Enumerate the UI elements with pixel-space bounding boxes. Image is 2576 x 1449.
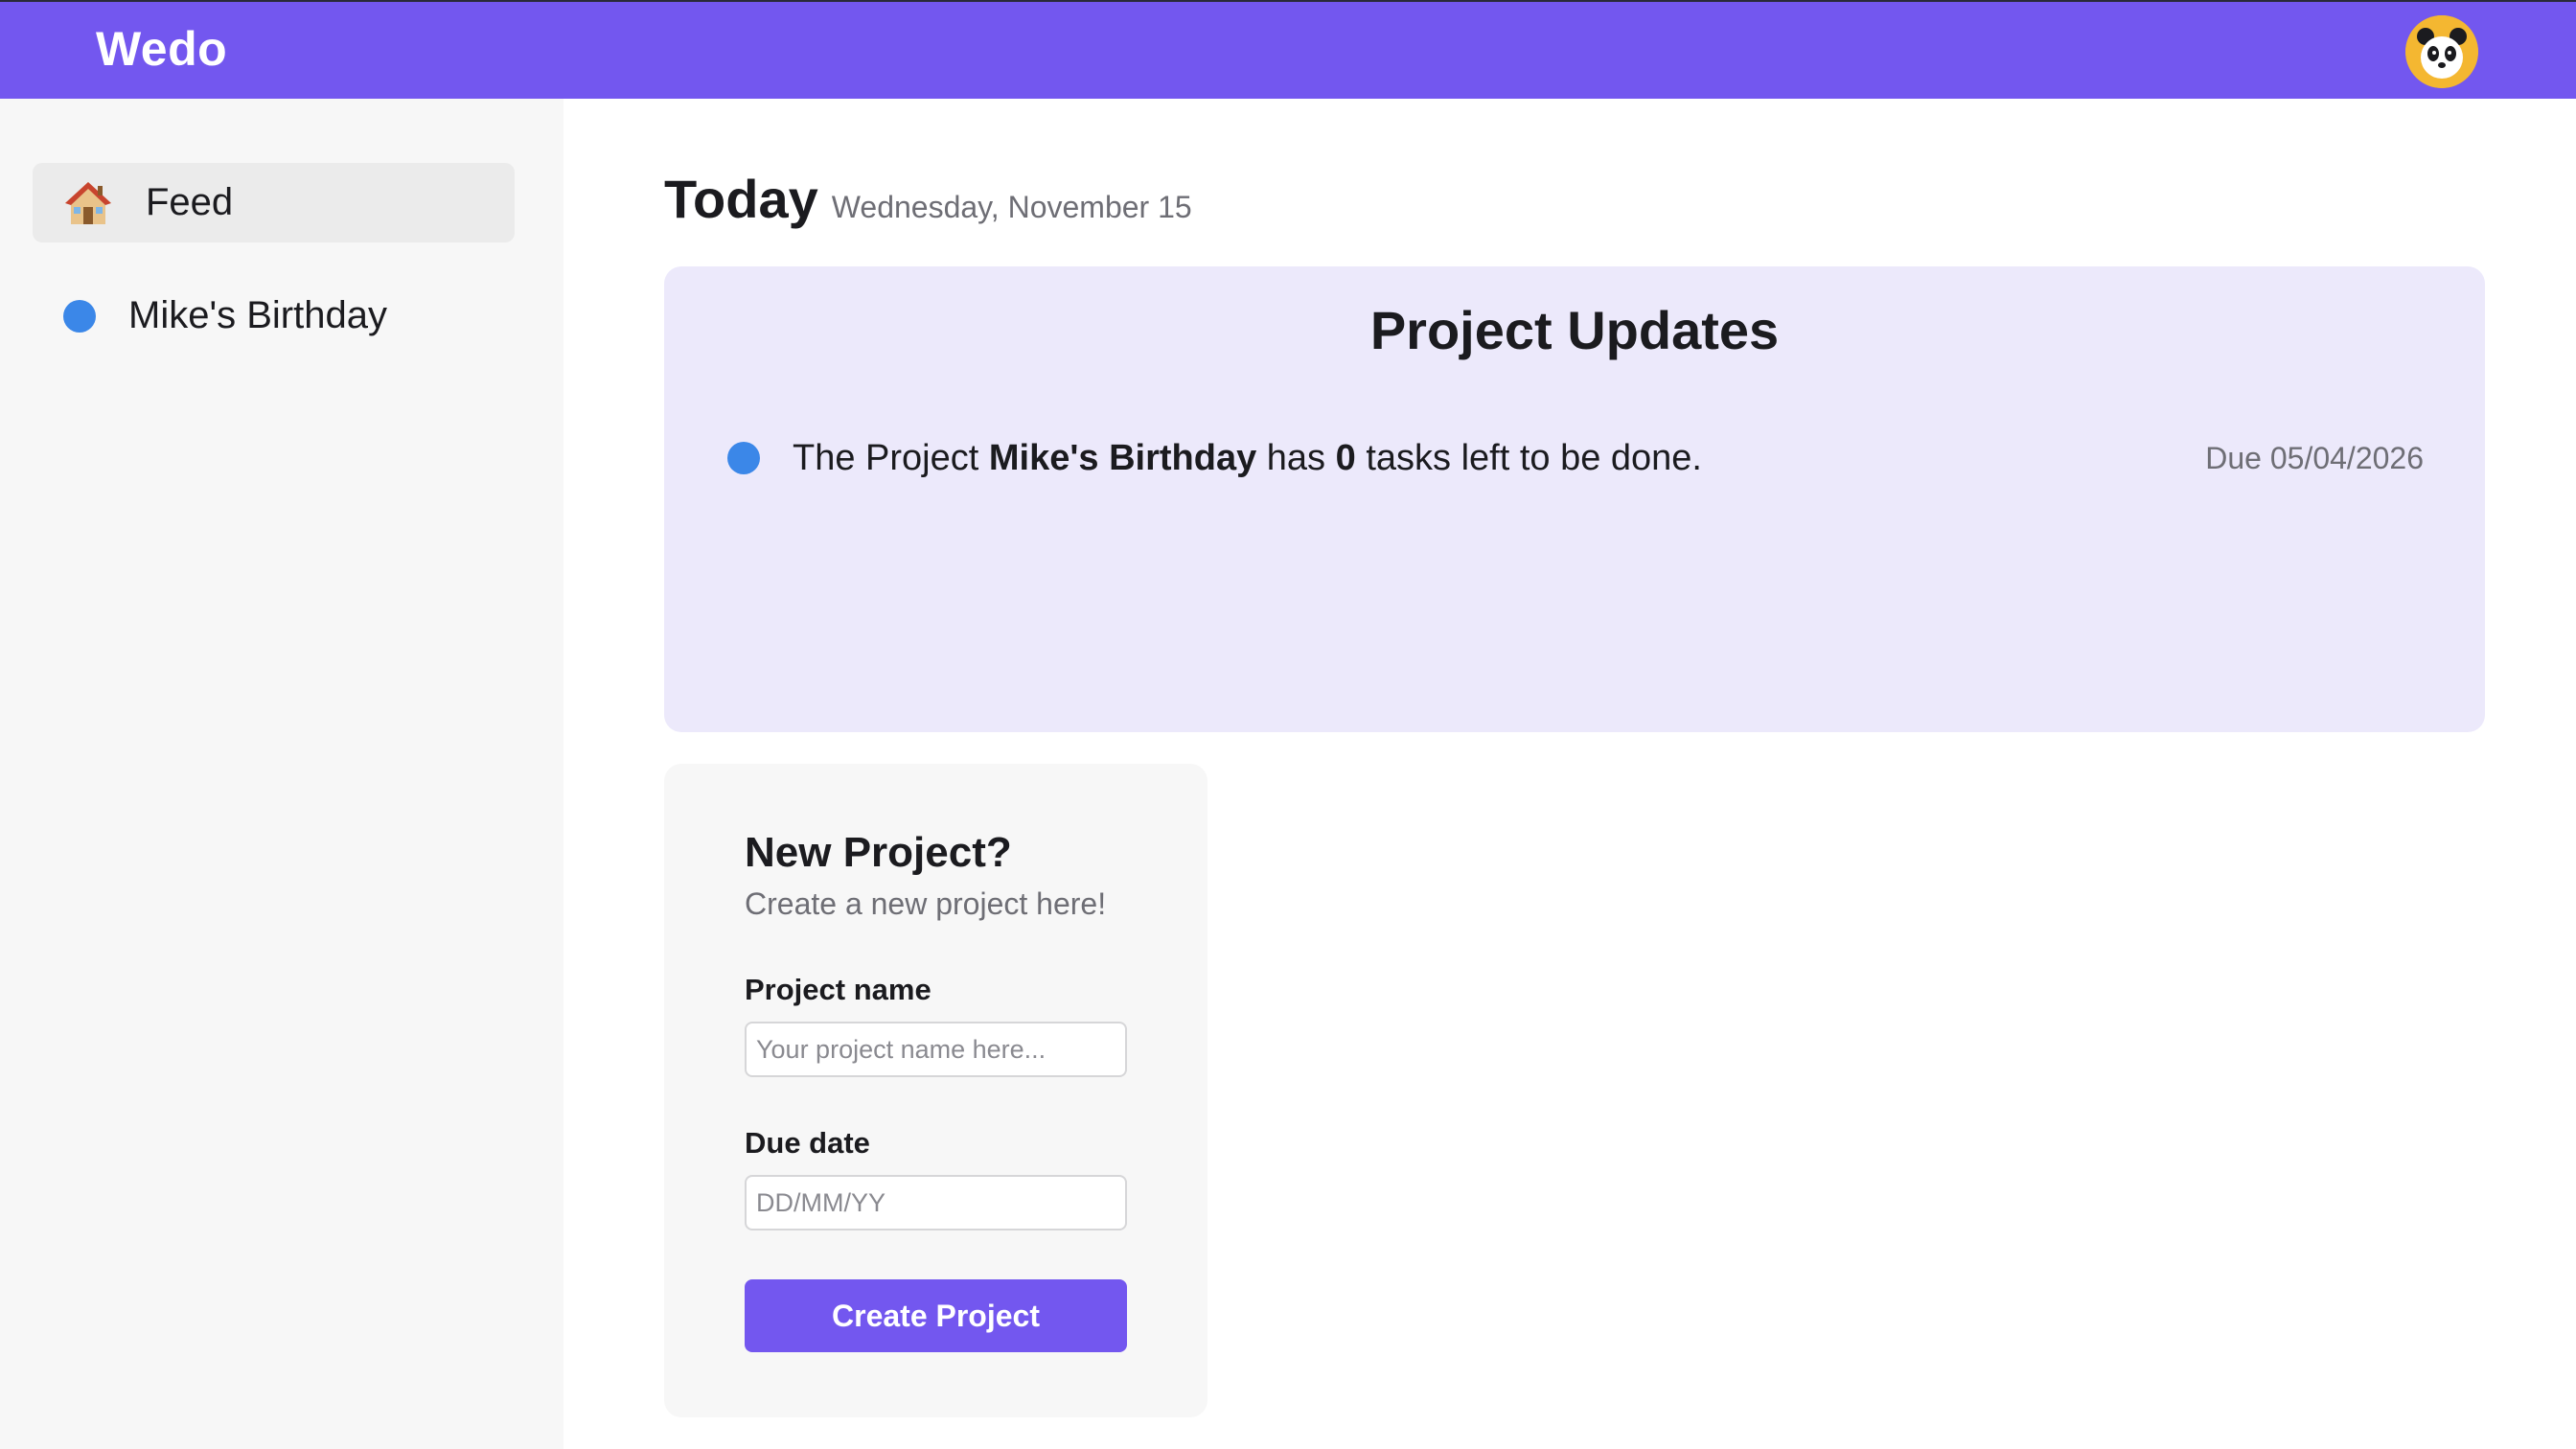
- brand-logo[interactable]: Wedo: [96, 21, 227, 77]
- page-title: Today: [664, 169, 818, 229]
- project-update-text: The Project Mike's Birthday has 0 tasks …: [793, 438, 1702, 479]
- update-middle: has: [1266, 437, 1326, 478]
- due-date-input[interactable]: [745, 1175, 1127, 1230]
- new-project-title: New Project?: [745, 829, 1012, 876]
- project-updates-card: Project Updates The Project Mike's Birth…: [664, 266, 2485, 732]
- create-project-button[interactable]: Create Project: [745, 1279, 1127, 1352]
- top-navigation-bar: Wedo: [0, 0, 2576, 99]
- panda-avatar-icon[interactable]: [2405, 15, 2478, 88]
- blue-dot-icon: [727, 442, 760, 474]
- new-project-card: New Project? Create a new project here! …: [664, 764, 1208, 1417]
- project-update-item[interactable]: The Project Mike's Birthday has 0 tasks …: [727, 429, 2424, 487]
- update-prefix: The Project: [793, 437, 979, 478]
- project-updates-title: Project Updates: [1369, 300, 1780, 360]
- sidebar-item-feed[interactable]: Feed: [33, 163, 515, 242]
- sidebar-item-label: Mike's Birthday: [128, 294, 387, 336]
- new-project-subtitle: Create a new project here!: [745, 886, 1107, 921]
- update-project-name[interactable]: Mike's Birthday: [989, 438, 1256, 478]
- project-name-input[interactable]: [745, 1022, 1127, 1077]
- update-due-date: Due 05/04/2026: [2205, 440, 2424, 475]
- update-suffix: tasks left to be done.: [1366, 437, 1702, 478]
- sidebar: Feed Mike's Birthday: [0, 99, 564, 1449]
- project-name-label: Project name: [745, 973, 932, 1006]
- house-icon: [63, 178, 113, 228]
- sidebar-item-mikes-birthday[interactable]: Mike's Birthday: [33, 276, 515, 356]
- update-task-count: 0: [1335, 437, 1356, 478]
- due-date-label: Due date: [745, 1126, 870, 1160]
- page-heading: Today Wednesday, November 15: [664, 168, 1192, 230]
- current-date: Wednesday, November 15: [831, 190, 1192, 224]
- sidebar-item-label: Feed: [146, 181, 234, 223]
- blue-dot-icon: [63, 299, 96, 333]
